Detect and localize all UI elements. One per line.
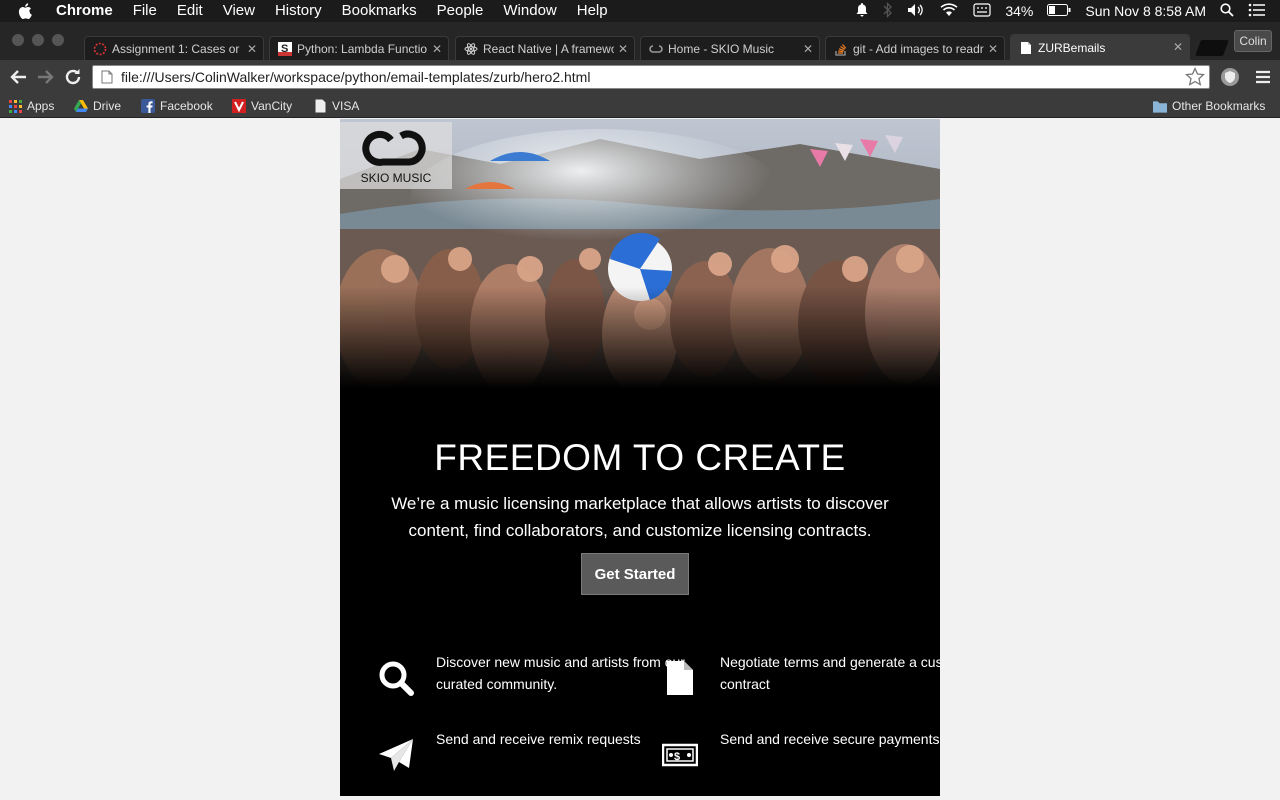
bookmark-star-icon[interactable]	[1185, 67, 1207, 87]
forward-arrow-icon[interactable]	[36, 67, 56, 87]
get-started-button[interactable]: Get Started	[581, 553, 689, 595]
stackoverflow-icon	[834, 42, 848, 56]
profile-button[interactable]: Colin	[1234, 30, 1272, 52]
bookmark-facebook[interactable]: Facebook	[141, 97, 213, 115]
extension-shield-icon[interactable]	[1220, 67, 1240, 87]
skio-icon	[649, 42, 663, 56]
facebook-icon	[141, 99, 155, 113]
bookmark-apps[interactable]: Apps	[8, 97, 54, 115]
svg-text:S: S	[281, 43, 288, 55]
document-icon	[660, 658, 700, 698]
wifi-icon[interactable]	[939, 2, 959, 20]
window-zoom-button[interactable]	[52, 34, 64, 46]
react-icon	[464, 42, 478, 56]
tab-zurbemails[interactable]: ZURBemails ✕	[1010, 34, 1190, 60]
menu-people[interactable]: People	[437, 0, 484, 22]
tab-python-lambda[interactable]: S Python: Lambda Functio ✕	[269, 36, 449, 60]
skio-infinity-logo-icon	[362, 130, 426, 166]
logo-text: SKIO MUSIC	[360, 171, 432, 185]
bookmark-label: VanCity	[251, 99, 293, 113]
notification-center-icon[interactable]	[1248, 3, 1266, 20]
apple-menu-icon[interactable]	[18, 3, 40, 19]
bookmark-label: Drive	[93, 99, 122, 113]
volume-icon[interactable]	[907, 3, 925, 20]
notification-bell-icon[interactable]	[855, 2, 869, 21]
feature-negotiate: Negotiate terms and generate a custom co…	[720, 654, 940, 692]
vancity-icon	[232, 99, 246, 113]
menu-bookmarks[interactable]: Bookmarks	[342, 0, 417, 22]
menu-file[interactable]: File	[133, 0, 157, 22]
tab-git-images[interactable]: git - Add images to readr ✕	[825, 36, 1005, 60]
page-icon	[101, 70, 113, 84]
tab-title: Home - SKIO Music	[668, 41, 775, 56]
bookmark-vancity[interactable]: VanCity	[232, 97, 292, 115]
bookmark-label: Facebook	[160, 99, 213, 113]
chrome-menu-icon[interactable]	[1253, 67, 1273, 87]
skio-logo: SKIO MUSIC	[340, 122, 452, 189]
menu-help[interactable]: Help	[577, 0, 608, 22]
clock[interactable]: Sun Nov 8 8:58 AM	[1085, 3, 1206, 19]
battery-icon[interactable]	[1047, 3, 1071, 19]
menu-window[interactable]: Window	[503, 0, 556, 22]
menu-view[interactable]: View	[223, 0, 255, 22]
page-viewport: SKIO MUSIC FREEDOM TO CREATE We’re a mus…	[0, 119, 1280, 800]
bookmark-label: Apps	[27, 99, 55, 113]
tab-title: git - Add images to readr	[853, 41, 984, 56]
money-icon: $	[660, 735, 700, 775]
tab-react-native[interactable]: React Native | A framewo ✕	[455, 36, 635, 60]
svg-text:$: $	[674, 751, 680, 763]
tab-title: React Native | A framewo	[483, 41, 614, 56]
hero-subtext: We’re a music licensing marketplace that…	[391, 494, 889, 540]
back-arrow-icon[interactable]	[8, 67, 28, 87]
paper-plane-icon	[376, 735, 416, 775]
tab-title: ZURBemails	[1038, 40, 1106, 55]
feature-payments: Send and receive secure payments	[720, 731, 940, 747]
file-icon	[1019, 41, 1033, 55]
browser-toolbar: file:///Users/ColinWalker/workspace/pyth…	[0, 60, 1280, 94]
tab-close-icon[interactable]: ✕	[432, 42, 442, 56]
file-icon	[313, 99, 327, 113]
new-tab-button[interactable]	[1195, 40, 1229, 56]
tab-close-icon[interactable]: ✕	[1173, 40, 1183, 54]
window-minimize-button[interactable]	[32, 34, 44, 46]
folder-icon	[1153, 99, 1167, 113]
bookmark-other[interactable]: Other Bookmarks	[1153, 97, 1265, 115]
search-icon	[376, 658, 416, 698]
keyboard-input-icon[interactable]	[973, 2, 991, 20]
menu-edit[interactable]: Edit	[177, 0, 203, 22]
mac-menu-bar: Chrome File Edit View History Bookmarks …	[0, 0, 1280, 22]
feature-remix: Send and receive remix requests	[436, 731, 641, 747]
loading-icon	[93, 42, 107, 56]
tab-close-icon[interactable]: ✕	[618, 42, 628, 56]
apps-grid-icon	[8, 99, 22, 113]
battery-percent[interactable]: 34%	[1005, 3, 1033, 19]
tab-title: Assignment 1: Cases or a	[112, 41, 243, 56]
menu-app-name[interactable]: Chrome	[56, 0, 113, 22]
hero-image: SKIO MUSIC	[340, 119, 940, 389]
email-container: SKIO MUSIC FREEDOM TO CREATE We’re a mus…	[340, 119, 940, 796]
bookmarks-bar: Apps Drive Facebook VanCity VISA Other B…	[0, 94, 1280, 118]
reload-icon[interactable]	[63, 67, 83, 87]
bookmark-drive[interactable]: Drive	[74, 97, 121, 115]
tab-assignment[interactable]: Assignment 1: Cases or a ✕	[84, 36, 264, 60]
bookmark-label: VISA	[332, 99, 360, 113]
tab-title: Python: Lambda Functio	[297, 41, 428, 56]
google-drive-icon	[74, 99, 88, 113]
address-bar[interactable]: file:///Users/ColinWalker/workspace/pyth…	[92, 65, 1210, 89]
menu-history[interactable]: History	[275, 0, 322, 22]
window-close-button[interactable]	[12, 34, 24, 46]
bookmark-visa[interactable]: VISA	[313, 97, 359, 115]
feature-discover: Discover new music and artists from our …	[436, 654, 685, 692]
spotlight-search-icon[interactable]	[1220, 2, 1234, 20]
site-s-icon: S	[278, 41, 292, 56]
hero-headline: FREEDOM TO CREATE	[434, 437, 846, 478]
tab-close-icon[interactable]: ✕	[247, 42, 257, 56]
url-text[interactable]: file:///Users/ColinWalker/workspace/pyth…	[121, 69, 1185, 85]
tab-close-icon[interactable]: ✕	[988, 42, 998, 56]
tab-strip: Assignment 1: Cases or a ✕ S Python: Lam…	[0, 22, 1280, 60]
tab-skio-home[interactable]: Home - SKIO Music ✕	[640, 36, 820, 60]
bluetooth-icon[interactable]	[883, 1, 893, 21]
tab-close-icon[interactable]: ✕	[803, 42, 813, 56]
bookmark-label: Other Bookmarks	[1172, 99, 1266, 113]
